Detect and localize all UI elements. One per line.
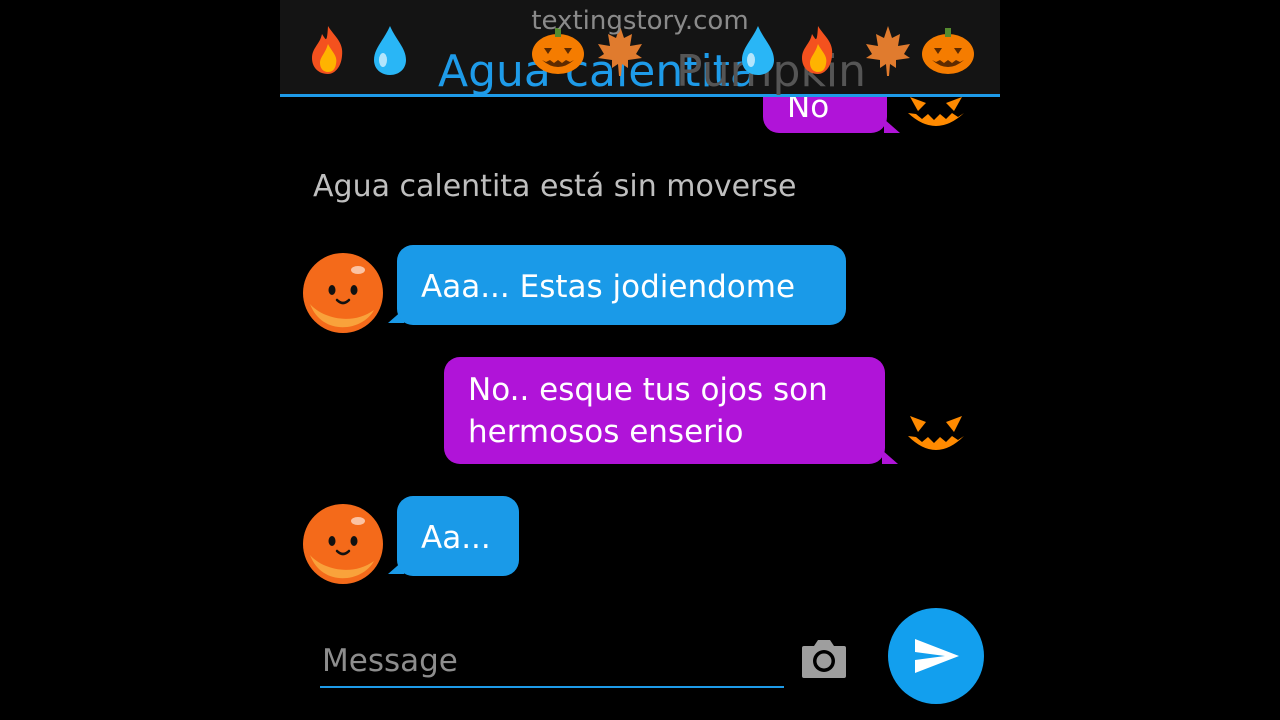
message-text: Aa... xyxy=(421,520,491,556)
chat-screen: Agua calentita Pumpkin textingstory.com … xyxy=(280,0,1000,720)
droplet-icon xyxy=(374,26,406,75)
fire-icon xyxy=(802,26,833,74)
contact-avatar[interactable] xyxy=(302,503,384,585)
message-text-line-1: No.. esque tus ojos son xyxy=(468,372,828,408)
maple-leaf-icon xyxy=(866,26,910,76)
jack-o-lantern-icon xyxy=(922,28,974,74)
incoming-message[interactable]: Aa... xyxy=(397,496,519,576)
jack-o-lantern-face-avatar xyxy=(908,416,964,450)
camera-icon[interactable] xyxy=(800,636,848,680)
status-text: Agua calentita está sin moverse xyxy=(313,169,797,204)
chat-header: Agua calentita Pumpkin textingstory.com xyxy=(280,0,1000,97)
message-text: Aaa... Estas jodiendome xyxy=(421,269,796,305)
input-underline xyxy=(320,686,784,688)
message-text-line-2: hermosos enserio xyxy=(468,414,744,450)
bubble-tail xyxy=(882,450,898,464)
send-button[interactable] xyxy=(888,608,984,704)
outgoing-message[interactable]: No.. esque tus ojos son hermosos enserio xyxy=(444,357,885,464)
bubble-tail xyxy=(884,119,900,133)
incoming-message[interactable]: Aaa... Estas jodiendome xyxy=(397,245,846,325)
message-input[interactable] xyxy=(320,636,784,686)
jack-o-lantern-icon xyxy=(532,28,584,74)
maple-leaf-icon xyxy=(598,26,642,76)
message-list: No Agua calentita está sin moverse Aaa..… xyxy=(280,57,1000,607)
header-bar: Agua calentita Pumpkin xyxy=(300,22,990,97)
fire-icon xyxy=(312,26,343,74)
droplet-icon xyxy=(742,26,774,75)
contact-avatar[interactable] xyxy=(302,252,384,334)
send-icon xyxy=(915,639,959,673)
